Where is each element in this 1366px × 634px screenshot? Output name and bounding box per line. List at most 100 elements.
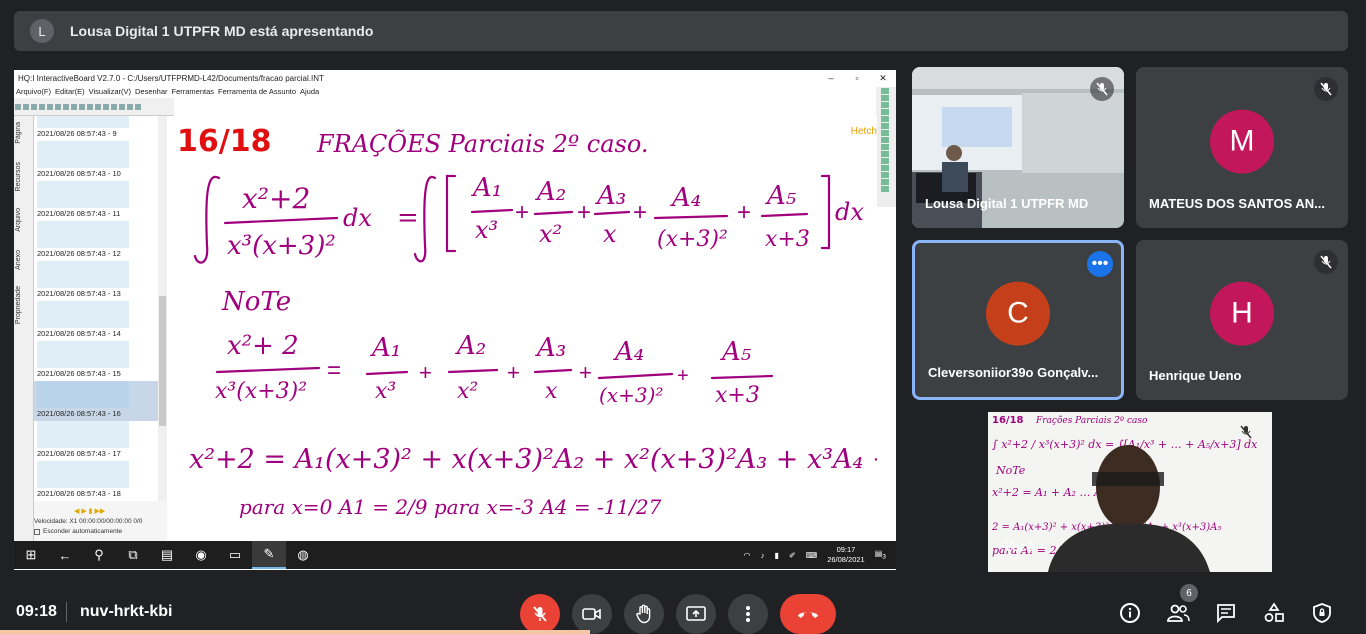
- condition-text: para x=0 A1 = 2/9 para x=-3 A4 = -11/27: [239, 495, 662, 519]
- handwriting: FRAÇÕES Parciais 2º caso. x²+2 x³(x+3)² …: [189, 128, 877, 519]
- svg-text:x²: x²: [539, 220, 562, 248]
- leave-call-button[interactable]: [780, 594, 836, 634]
- thumbnail-scrollbar: [158, 116, 167, 501]
- chat-icon: [1217, 604, 1235, 624]
- people-icon: [1167, 604, 1190, 622]
- avatar: C: [986, 281, 1050, 346]
- more-options-button[interactable]: •••: [1087, 251, 1113, 277]
- svg-text:(x+3)²: (x+3)²: [657, 227, 728, 252]
- page-thumbnail-selected: 2021/08/26 08:57:43 - 16: [34, 381, 158, 421]
- svg-text:A₄: A₄: [613, 337, 644, 367]
- page-thumbnail: 2021/08/26 08:57:43 - 17: [34, 421, 158, 461]
- participant-tile-henrique[interactable]: H Henrique Ueno: [1136, 240, 1348, 400]
- pen-icon: ✐: [788, 550, 796, 560]
- back-icon: ←: [58, 547, 72, 563]
- present-icon: [686, 606, 706, 621]
- svg-text:dx: dx: [343, 204, 372, 232]
- svg-text:Frações Parciais 2º caso: Frações Parciais 2º caso: [1035, 415, 1148, 426]
- folder-icon: ▭: [228, 547, 242, 562]
- notification-icon: ▤3: [874, 549, 886, 561]
- participant-name: Você: [1004, 539, 1035, 554]
- avatar: M: [1210, 109, 1274, 174]
- raise-hand-button[interactable]: [624, 594, 664, 634]
- mic-toggle-button[interactable]: [520, 594, 560, 634]
- avatar: H: [1210, 281, 1274, 346]
- host-controls-button[interactable]: [1309, 600, 1335, 626]
- side-tab: Página: [15, 122, 22, 144]
- search-icon: ⚲: [94, 547, 104, 562]
- svg-text:A₅: A₅: [765, 181, 797, 211]
- self-view-tile[interactable]: 16/18 Frações Parciais 2º caso ∫ x²+2 / …: [988, 412, 1272, 572]
- mic-icon: ▮: [774, 550, 779, 560]
- participant-tile-mateus[interactable]: M MATEUS DOS SANTOS AN...: [1136, 67, 1348, 228]
- svg-text:+: +: [579, 360, 592, 385]
- side-tabs: Página Recursos Arquivo Anexo Propriedad…: [14, 116, 34, 546]
- mic-off-icon: [1234, 420, 1258, 444]
- svg-text:x³: x³: [375, 379, 396, 404]
- svg-text:x²+2 = A₁ + A₂ … A₅: x²+2 = A₁ + A₂ … A₅: [992, 486, 1107, 499]
- whiteboard: 16/18 HetchT FRAÇÕES Parciais 2º caso. x…: [167, 116, 877, 544]
- windows-taskbar: ⊞ ← ⚲ ⧉ ▤ ◉ ▭ ✎ ◍ ◠ ♪ ▮ ✐ ⌨ 09:17 26/08/…: [14, 541, 896, 569]
- participant-name: Henrique Ueno: [1149, 368, 1242, 383]
- system-tray: ◠ ♪ ▮ ✐ ⌨ 09:17 26/08/2021 ▤3: [744, 541, 886, 569]
- start-icon: ⊞: [25, 547, 37, 562]
- mic-off-icon: [1314, 77, 1338, 101]
- svg-text:+: +: [507, 360, 520, 385]
- svg-text:x³: x³: [475, 216, 498, 244]
- participant-tile-cleverson[interactable]: C ••• Cleversoniior39o Gonçalv...: [912, 240, 1124, 400]
- participants-button[interactable]: [1165, 600, 1191, 626]
- camera-toggle-button[interactable]: [572, 594, 612, 634]
- participant-tile-presenter[interactable]: Lousa Digital 1 UTPFR MD: [912, 67, 1124, 228]
- handwriting-title: FRAÇÕES Parciais 2º caso.: [316, 128, 649, 158]
- menu-item: Editar(E): [55, 87, 85, 96]
- side-tab: Arquivo: [15, 208, 22, 232]
- wifi-icon: ◠: [743, 550, 751, 560]
- svg-text:A₄: A₄: [670, 183, 701, 213]
- meeting-details-button[interactable]: [1117, 600, 1143, 626]
- side-tab: Recursos: [15, 162, 22, 192]
- activities-button[interactable]: [1261, 600, 1287, 626]
- svg-text:A₃: A₃: [535, 333, 566, 363]
- volume-icon: ♪: [760, 550, 765, 560]
- speed-text: Velocidade: X1 00:00:00/00:00:00 0/0: [34, 518, 143, 525]
- maximize-icon: ▫: [855, 73, 859, 83]
- chat-button[interactable]: [1213, 600, 1239, 626]
- app-titlebar: HQ:I InteractiveBoard V2.7.0 - C:/Users/…: [14, 70, 896, 87]
- hangup-icon: [798, 612, 818, 618]
- task-view-icon: ⧉: [128, 547, 138, 562]
- more-options-button[interactable]: [728, 594, 768, 634]
- note-label: NoTe: [221, 287, 291, 317]
- app-menubar: Arquivo(F) Editar(E) Visualizar(V) Desen…: [14, 87, 896, 98]
- svg-text:=: =: [397, 203, 419, 233]
- svg-text:+: +: [737, 199, 751, 226]
- svg-text:dx: dx: [835, 198, 864, 226]
- side-tab: Propriedade: [15, 286, 22, 325]
- edge-icon: ◍: [297, 547, 309, 562]
- svg-text:x+3: x+3: [715, 383, 760, 408]
- minimize-icon: –: [828, 73, 834, 83]
- playback-panel: ◀ ▶ ▮ ▶▶ Velocidade: X1 00:00:00/00:00:0…: [34, 501, 168, 546]
- svg-text:16/18: 16/18: [992, 415, 1024, 426]
- svg-text:A₁: A₁: [471, 173, 502, 203]
- present-screen-button[interactable]: [676, 594, 716, 634]
- svg-text:x²: x²: [457, 379, 478, 404]
- menu-item: Visualizar(V): [88, 87, 131, 96]
- svg-text:A₂: A₂: [455, 331, 486, 361]
- board-toolbox: [876, 87, 896, 207]
- page-thumbnail: 2021/08/26 08:57:43 - 12: [34, 221, 158, 261]
- svg-text:x²+2: x²+2: [242, 182, 310, 215]
- mic-off-icon: [533, 606, 547, 622]
- menu-item: Arquivo(F): [16, 87, 52, 96]
- page-thumbnail: 2021/08/26 08:57:43 - 11: [34, 181, 158, 221]
- svg-text:(x+3)²: (x+3)²: [599, 383, 663, 407]
- camera-icon: [582, 608, 601, 620]
- mic-off-icon: [1314, 250, 1338, 274]
- side-tab: Anexo: [15, 250, 22, 270]
- participant-count-badge: 6: [1180, 584, 1198, 602]
- svg-text:x³(x+3)²: x³(x+3)²: [227, 231, 336, 261]
- keyboard-icon: ⌨: [805, 550, 818, 560]
- info-icon: [1120, 603, 1140, 623]
- svg-text:+: +: [515, 199, 529, 226]
- menu-item: Ferramentas: [171, 87, 215, 96]
- taskbar-clock: 09:17 26/08/2021: [827, 545, 865, 564]
